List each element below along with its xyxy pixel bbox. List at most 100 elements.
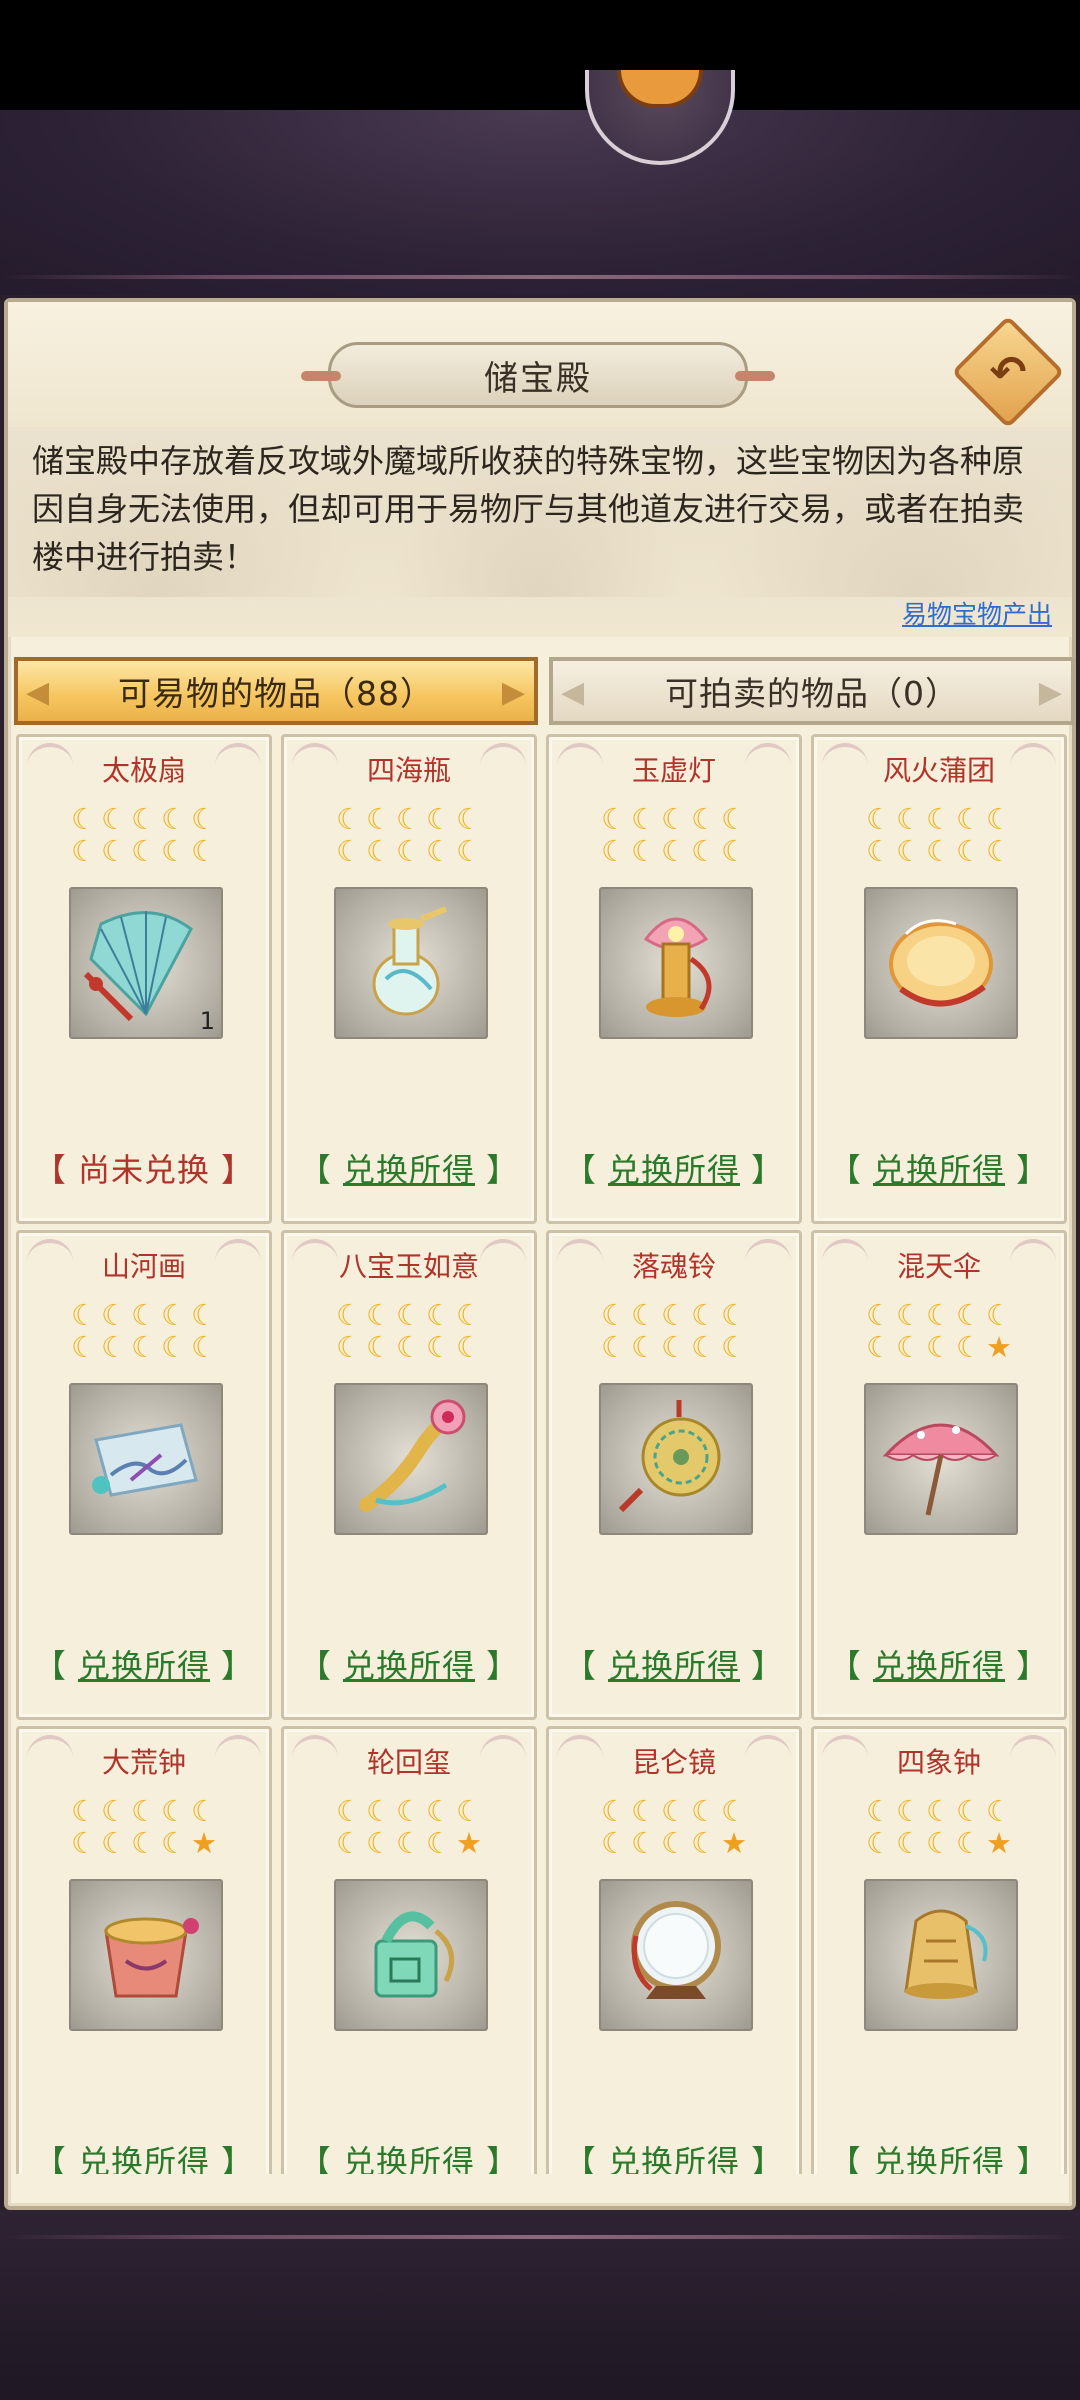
item-card[interactable]: 大荒钟 ☾ ☾ ☾ ☾ ☾ ☾ ☾ ☾ ☾ ★ 【 兑换所得 】 <box>16 1726 272 2174</box>
crescent-moon-icon: ☾ <box>161 1794 187 1828</box>
description-text: 储宝殿中存放着反攻域外魔域所收获的特殊宝物，这些宝物因为各种原因自身无法使用，但… <box>32 442 1025 576</box>
crescent-moon-icon: ☾ <box>631 834 657 868</box>
star-icon: ★ <box>456 1826 482 1860</box>
redeem-status-label: 兑换所得 <box>77 1647 210 1685</box>
crescent-moon-icon: ☾ <box>191 1330 217 1364</box>
redeem-status[interactable]: 【 兑换所得 】 <box>549 1145 799 1191</box>
crescent-moon-icon: ☾ <box>161 1826 187 1860</box>
redeem-status[interactable]: 【 兑换所得 】 <box>814 1641 1064 1687</box>
back-button[interactable]: ↶ <box>951 315 1065 429</box>
back-arrow-icon: ↶ <box>989 346 1027 398</box>
crescent-moon-icon: ☾ <box>101 1298 127 1332</box>
crescent-moon-icon: ☾ <box>631 1826 657 1860</box>
redeem-status[interactable]: 【 兑换所得 】 <box>284 2137 534 2174</box>
ruyi-icon[interactable] <box>334 1383 488 1535</box>
crescent-moon-icon: ☾ <box>101 1330 127 1364</box>
crescent-moon-icon: ☾ <box>426 802 452 836</box>
item-card[interactable]: 落魂铃 ☾ ☾ ☾ ☾ ☾ ☾ ☾ ☾ ☾ ☾ 【 兑换所得 】 <box>546 1230 802 1720</box>
crescent-moon-icon: ☾ <box>986 802 1012 836</box>
crescent-moon-icon: ☾ <box>131 1330 157 1364</box>
crescent-moon-icon: ☾ <box>101 1826 127 1860</box>
item-card[interactable]: 四海瓶 ☾ ☾ ☾ ☾ ☾ ☾ ☾ ☾ ☾ ☾ 【 兑换所得 】 <box>281 734 537 1224</box>
item-rank: ☾ ☾ ☾ ☾ ☾ ☾ ☾ ☾ ☾ ★ <box>814 1795 1064 1875</box>
tab-tradable-items[interactable]: ◀ 可易物的物品（88） ▶ <box>14 657 538 725</box>
crescent-moon-icon: ☾ <box>631 1330 657 1364</box>
star-icon: ★ <box>986 1330 1012 1364</box>
tab-auctionable-items[interactable]: ◀ 可拍卖的物品（0） ▶ <box>549 657 1075 725</box>
crescent-moon-icon: ☾ <box>366 1794 392 1828</box>
crescent-moon-icon: ☾ <box>896 1794 922 1828</box>
redeem-status[interactable]: 【 兑换所得 】 <box>814 1145 1064 1191</box>
crescent-moon-icon: ☾ <box>101 802 127 836</box>
crescent-moon-icon: ☾ <box>691 1298 717 1332</box>
item-card[interactable]: 太极扇 ☾ ☾ ☾ ☾ ☾ ☾ ☾ ☾ ☾ ☾ 1 【 尚未兑换 】 <box>16 734 272 1224</box>
redeem-status[interactable]: 【 兑换所得 】 <box>814 2137 1064 2174</box>
crescent-moon-icon: ☾ <box>721 802 747 836</box>
item-card[interactable]: 八宝玉如意 ☾ ☾ ☾ ☾ ☾ ☾ ☾ ☾ ☾ ☾ 【 兑换所得 】 <box>281 1230 537 1720</box>
vase-icon[interactable] <box>334 887 488 1039</box>
seal-icon[interactable] <box>334 1879 488 2031</box>
crescent-moon-icon: ☾ <box>956 834 982 868</box>
tab-right-deco-icon: ▶ <box>501 675 526 710</box>
redeem-status[interactable]: 【 尚未兑换 】 <box>19 1145 269 1191</box>
crescent-moon-icon: ☾ <box>71 1826 97 1860</box>
crescent-moon-icon: ☾ <box>926 834 952 868</box>
redeem-status[interactable]: 【 兑换所得 】 <box>19 2137 269 2174</box>
crescent-moon-icon: ☾ <box>396 1826 422 1860</box>
item-rank: ☾ ☾ ☾ ☾ ☾ ☾ ☾ ☾ ☾ ★ <box>284 1795 534 1875</box>
fan-icon[interactable]: 1 <box>69 887 223 1039</box>
crescent-moon-icon: ☾ <box>336 1330 362 1364</box>
item-card[interactable]: 玉虚灯 ☾ ☾ ☾ ☾ ☾ ☾ ☾ ☾ ☾ ☾ 【 兑换所得 】 <box>546 734 802 1224</box>
crescent-moon-icon: ☾ <box>956 1298 982 1332</box>
crescent-moon-icon: ☾ <box>986 1794 1012 1828</box>
item-card[interactable]: 轮回玺 ☾ ☾ ☾ ☾ ☾ ☾ ☾ ☾ ☾ ★ 【 兑换所得 】 <box>281 1726 537 2174</box>
redeem-status[interactable]: 【 兑换所得 】 <box>19 1641 269 1687</box>
crescent-moon-icon: ☾ <box>601 1298 627 1332</box>
redeem-status[interactable]: 【 兑换所得 】 <box>549 2137 799 2174</box>
bronze-bell-icon[interactable] <box>864 1879 1018 2031</box>
crescent-moon-icon: ☾ <box>926 1826 952 1860</box>
redeem-status-label: 兑换所得 <box>342 1647 475 1685</box>
cushion-icon[interactable] <box>864 887 1018 1039</box>
crescent-moon-icon: ☾ <box>661 1794 687 1828</box>
redeem-status[interactable]: 【 兑换所得 】 <box>284 1145 534 1191</box>
item-card[interactable]: 山河画 ☾ ☾ ☾ ☾ ☾ ☾ ☾ ☾ ☾ ☾ 【 兑换所得 】 <box>16 1230 272 1720</box>
treasure-source-link[interactable]: 易物宝物产出 <box>902 595 1052 631</box>
item-card[interactable]: 四象钟 ☾ ☾ ☾ ☾ ☾ ☾ ☾ ☾ ☾ ★ 【 兑换所得 】 <box>811 1726 1067 2174</box>
lotus-lamp-icon[interactable] <box>599 887 753 1039</box>
crescent-moon-icon: ☾ <box>601 1794 627 1828</box>
page-title: 储宝殿 <box>301 342 775 408</box>
item-rank: ☾ ☾ ☾ ☾ ☾ ☾ ☾ ☾ ☾ ☾ <box>549 1299 799 1379</box>
item-card[interactable]: 风火蒲团 ☾ ☾ ☾ ☾ ☾ ☾ ☾ ☾ ☾ ☾ 【 兑换所得 】 <box>811 734 1067 1224</box>
crescent-moon-icon: ☾ <box>131 1794 157 1828</box>
crescent-moon-icon: ☾ <box>366 802 392 836</box>
mirror-icon[interactable] <box>599 1879 753 2031</box>
redeem-status-label: 兑换所得 <box>607 1151 740 1189</box>
divider <box>0 275 1080 279</box>
bell-icon[interactable] <box>599 1383 753 1535</box>
redeem-status-label: 兑换所得 <box>607 2143 740 2174</box>
item-name: 太极扇 <box>101 754 186 787</box>
redeem-status[interactable]: 【 兑换所得 】 <box>284 1641 534 1687</box>
redeem-status[interactable]: 【 兑换所得 】 <box>549 1641 799 1687</box>
crescent-moon-icon: ☾ <box>896 1330 922 1364</box>
item-rank: ☾ ☾ ☾ ☾ ☾ ☾ ☾ ☾ ☾ ★ <box>19 1795 269 1875</box>
crescent-moon-icon: ☾ <box>336 1794 362 1828</box>
drum-icon[interactable] <box>69 1879 223 2031</box>
crescent-moon-icon: ☾ <box>161 802 187 836</box>
redeem-status-label: 尚未兑换 <box>77 1151 210 1189</box>
crescent-moon-icon: ☾ <box>161 1298 187 1332</box>
item-card[interactable]: 昆仑镜 ☾ ☾ ☾ ☾ ☾ ☾ ☾ ☾ ☾ ★ 【 兑换所得 】 <box>546 1726 802 2174</box>
item-rank: ☾ ☾ ☾ ☾ ☾ ☾ ☾ ☾ ☾ ☾ <box>19 1299 269 1379</box>
treasure-hall-panel: 储宝殿 ↶ 储宝殿中存放着反攻域外魔域所收获的特殊宝物，这些宝物因为各种原因自身… <box>4 298 1076 2210</box>
item-card[interactable]: 混天伞 ☾ ☾ ☾ ☾ ☾ ☾ ☾ ☾ ☾ ★ 【 兑换所得 】 <box>811 1230 1067 1720</box>
scroll-icon[interactable] <box>69 1383 223 1535</box>
crescent-moon-icon: ☾ <box>131 802 157 836</box>
umbrella-icon[interactable] <box>864 1383 1018 1535</box>
crescent-moon-icon: ☾ <box>131 834 157 868</box>
redeem-status-label: 兑换所得 <box>872 1647 1005 1685</box>
star-icon: ★ <box>721 1826 747 1860</box>
crescent-moon-icon: ☾ <box>456 1330 482 1364</box>
crescent-moon-icon: ☾ <box>661 1330 687 1364</box>
item-name: 风火蒲团 <box>882 754 995 787</box>
